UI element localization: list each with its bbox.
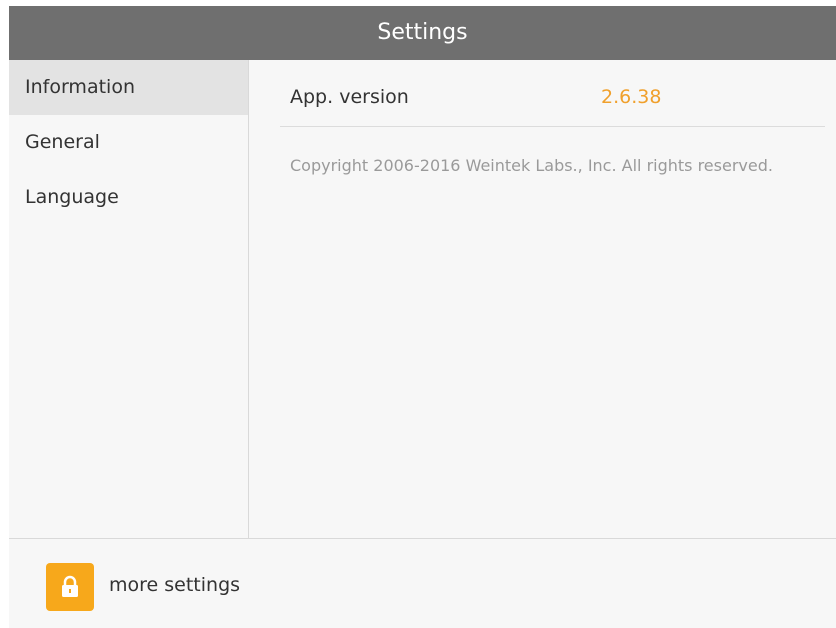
lock-icon <box>62 575 78 597</box>
more-settings-lock-button[interactable] <box>46 563 94 611</box>
sidebar-item-information[interactable]: Information <box>9 60 248 115</box>
sidebar-item-general[interactable]: General <box>9 115 248 170</box>
sidebar-item-label: Language <box>25 186 119 208</box>
sidebar: Information General Language <box>9 60 249 538</box>
app-version-row: App. version 2.6.38 <box>280 60 825 127</box>
app-version-value: 2.6.38 <box>601 86 662 108</box>
copyright-text: Copyright 2006-2016 Weintek Labs., Inc. … <box>290 156 773 175</box>
information-panel: App. version 2.6.38 Copyright 2006-2016 … <box>249 60 836 538</box>
settings-window: Settings Information General Language Ap… <box>9 6 836 628</box>
window-title: Settings <box>377 20 468 45</box>
sidebar-item-label: Information <box>25 76 135 98</box>
app-version-label: App. version <box>290 86 409 108</box>
title-bar: Settings <box>9 6 836 60</box>
sidebar-item-language[interactable]: Language <box>9 170 248 225</box>
footer: more settings <box>9 538 836 628</box>
sidebar-item-label: General <box>25 131 100 153</box>
more-settings-label[interactable]: more settings <box>109 574 240 596</box>
